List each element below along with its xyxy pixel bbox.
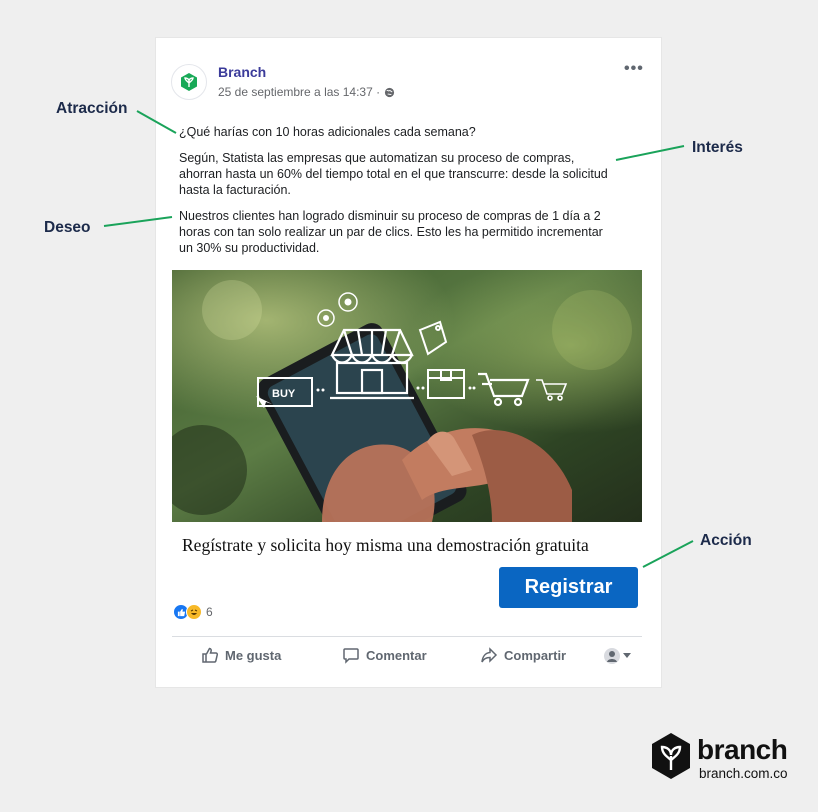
- comment-label: Comentar: [366, 647, 427, 663]
- comment-icon: [343, 648, 359, 664]
- annotation-interest: Interés: [692, 139, 743, 156]
- haha-reaction-icon: [186, 604, 202, 620]
- share-button[interactable]: Compartir: [480, 646, 566, 664]
- comment-button[interactable]: Comentar: [342, 646, 427, 664]
- annotation-desire: Deseo: [44, 219, 91, 236]
- register-button[interactable]: Registrar: [499, 567, 638, 608]
- annotation-action: Acción: [700, 532, 752, 549]
- share-label: Compartir: [504, 647, 567, 663]
- user-avatar-icon: [604, 648, 620, 664]
- action-bar-divider: [172, 636, 642, 637]
- ecommerce-illustration: BUY: [172, 270, 642, 522]
- post-desire-paragraph: Nuestros clientes han logrado disminuir …: [179, 209, 603, 255]
- cta-headline: Regístrate y solicita hoy misma una demo…: [182, 535, 589, 555]
- reactions-summary[interactable]: 6: [173, 604, 213, 620]
- buy-label: BUY: [272, 388, 296, 400]
- timestamp-text: 25 de septiembre a las 14:37 ·: [218, 85, 381, 99]
- reaction-count: 6: [206, 605, 213, 619]
- share-icon: [481, 647, 498, 663]
- caret-down-icon: [623, 653, 631, 658]
- audience-selector[interactable]: [604, 648, 631, 664]
- more-icon[interactable]: •••: [624, 60, 644, 78]
- page-avatar[interactable]: [171, 64, 207, 100]
- page-name-link[interactable]: Branch: [218, 64, 266, 80]
- brand-url: branch.com.co: [699, 766, 788, 781]
- post-image[interactable]: BUY: [172, 270, 642, 522]
- like-button[interactable]: Me gusta: [201, 646, 281, 664]
- branch-leaf-icon: [181, 73, 197, 91]
- post-interest-paragraph: Según, Statista las empresas que automat…: [179, 151, 608, 197]
- post-question: ¿Qué harías con 10 horas adicionales cad…: [179, 125, 476, 139]
- like-label: Me gusta: [225, 647, 282, 663]
- annotation-attraction: Atracción: [56, 100, 128, 117]
- brand-name: branch: [697, 734, 788, 765]
- branch-logo-icon: [652, 733, 690, 779]
- globe-icon: [385, 87, 395, 97]
- thumbs-up-icon: [202, 647, 219, 663]
- post-timestamp[interactable]: 25 de septiembre a las 14:37 ·: [218, 85, 395, 99]
